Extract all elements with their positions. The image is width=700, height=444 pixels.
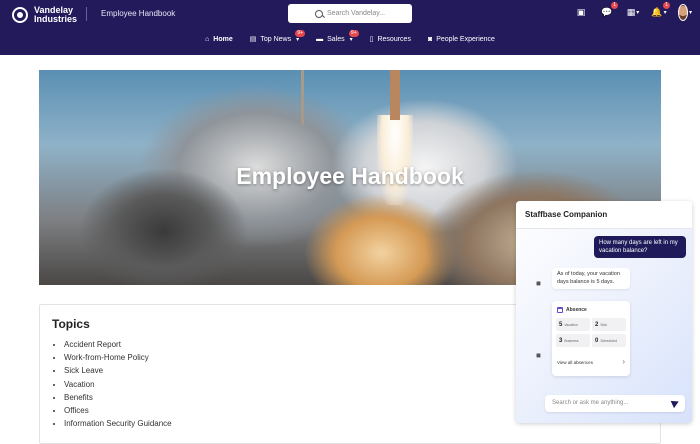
avatar[interactable] [678, 3, 688, 21]
stat-label: Scheduled [600, 338, 617, 343]
topics-title: Topics [52, 317, 90, 331]
launch-tower-graphic [301, 70, 304, 125]
bot-icon: ◼ [536, 281, 541, 287]
stat-label: Vacation [564, 322, 578, 327]
document-icon: ▯ [369, 36, 374, 43]
site-title[interactable]: Employee Handbook [101, 9, 175, 18]
nav-item-label: Top News [260, 35, 292, 43]
profile-menu[interactable]: ▾ [678, 3, 692, 21]
absence-card-title: Absence [566, 307, 587, 313]
bell-icon[interactable]: 🔔 1 ▾ [651, 2, 670, 19]
stat-value: 2 [595, 321, 599, 328]
view-all-absences-link[interactable]: View all absences [557, 360, 593, 365]
nav-item-home[interactable]: ⌂ Home [205, 35, 233, 43]
nav-badge: 9+ [295, 30, 306, 37]
folder-icon: ▬ [316, 35, 324, 43]
chat-badge: 1 [611, 2, 618, 9]
notification-badge: 1 [663, 2, 670, 9]
companion-title: Staffbase Companion [525, 210, 608, 219]
send-icon[interactable] [670, 397, 681, 409]
topic-item[interactable]: Information Security Guidance [64, 417, 172, 430]
nav-item-label: People Experience [436, 35, 495, 43]
topic-item[interactable]: Accident Report [64, 338, 172, 351]
news-icon: ▤ [249, 36, 257, 43]
calendar-icon [557, 307, 563, 313]
chevron-down-icon: ▾ [636, 9, 640, 16]
user-message: How many days are left in my vacation ba… [594, 236, 686, 258]
contact-card-icon[interactable]: ▣ [574, 5, 588, 19]
vandelay-logo-icon [12, 7, 28, 23]
stat-label: Sick [600, 322, 607, 327]
rocket-plume [377, 115, 413, 205]
absence-card: Absence 5 Vacation 2 Sick 3 Business 0 S… [552, 301, 630, 376]
top-navigation-bar: Vandelay Industries Employee Handbook Se… [0, 0, 700, 55]
nav-badge: 9+ [348, 30, 359, 37]
search-input[interactable]: Search Vandelay... [327, 10, 385, 17]
main-navigation: ⌂ Home ▤ Top News ▾ 9+ ▬ Sales ▾ 9+ ▯ Re… [0, 30, 700, 44]
chevron-right-icon[interactable]: › [622, 357, 625, 366]
brand-name: Vandelay Industries [34, 5, 78, 24]
bot-message: As of today, your vacation days balance … [552, 268, 630, 289]
chat-icon[interactable]: 💬 1 [600, 2, 618, 19]
absence-card-header: Absence [557, 307, 587, 313]
search-bar[interactable]: Search Vandelay... [288, 4, 412, 23]
companion-header: Staffbase Companion [516, 201, 692, 229]
home-icon: ⌂ [205, 35, 210, 43]
topic-item[interactable]: Work-from-Home Policy [64, 351, 172, 364]
nav-item-label: Home [213, 35, 233, 43]
header-divider [86, 7, 87, 21]
grid-icon[interactable]: ▦ ▾ [626, 5, 640, 19]
brand-logo[interactable]: Vandelay Industries [12, 6, 94, 24]
absence-stat-business: 3 Business [556, 334, 590, 347]
absence-stat-vacation: 5 Vacation [556, 318, 590, 331]
absence-stat-scheduled: 0 Scheduled [592, 334, 626, 347]
companion-input-placeholder[interactable]: Search or ask me anything... [552, 400, 628, 406]
header-icons: ▣ 💬 1 ▦ ▾ 🔔 1 ▾ ▾ [574, 2, 692, 21]
topic-item[interactable]: Benefits [64, 391, 172, 404]
search-icon [314, 9, 323, 18]
nav-item-label: Resources [377, 35, 411, 43]
hero-title: Employee Handbook [236, 163, 464, 189]
nav-item-sales[interactable]: ▬ Sales ▾ 9+ [316, 30, 359, 43]
stat-value: 5 [559, 321, 563, 328]
nav-item-resources[interactable]: ▯ Resources [369, 35, 411, 44]
nav-item-label: Sales [327, 35, 345, 43]
bot-icon: ◼ [536, 353, 541, 359]
camera-icon: ◙ [427, 35, 433, 43]
companion-input[interactable]: Search or ask me anything... [545, 395, 685, 412]
nav-item-top-news[interactable]: ▤ Top News ▾ 9+ [249, 30, 306, 43]
chevron-down-icon: ▾ [663, 9, 667, 16]
rocket-body [390, 70, 400, 120]
nav-item-people-experience[interactable]: ◙ People Experience [428, 35, 495, 43]
stat-label: Business [564, 338, 579, 343]
topic-item[interactable]: Sick Leave [64, 364, 172, 377]
stat-value: 3 [559, 337, 563, 344]
topic-item[interactable]: Vacation [64, 378, 172, 391]
topic-item[interactable]: Offices [64, 404, 172, 417]
topics-list: Accident Report Work-from-Home Policy Si… [64, 338, 172, 430]
absence-stat-sick: 2 Sick [592, 318, 626, 331]
companion-chat-panel: Staffbase Companion How many days are le… [516, 201, 692, 423]
chevron-down-icon: ▾ [688, 9, 692, 16]
stat-value: 0 [595, 337, 599, 344]
